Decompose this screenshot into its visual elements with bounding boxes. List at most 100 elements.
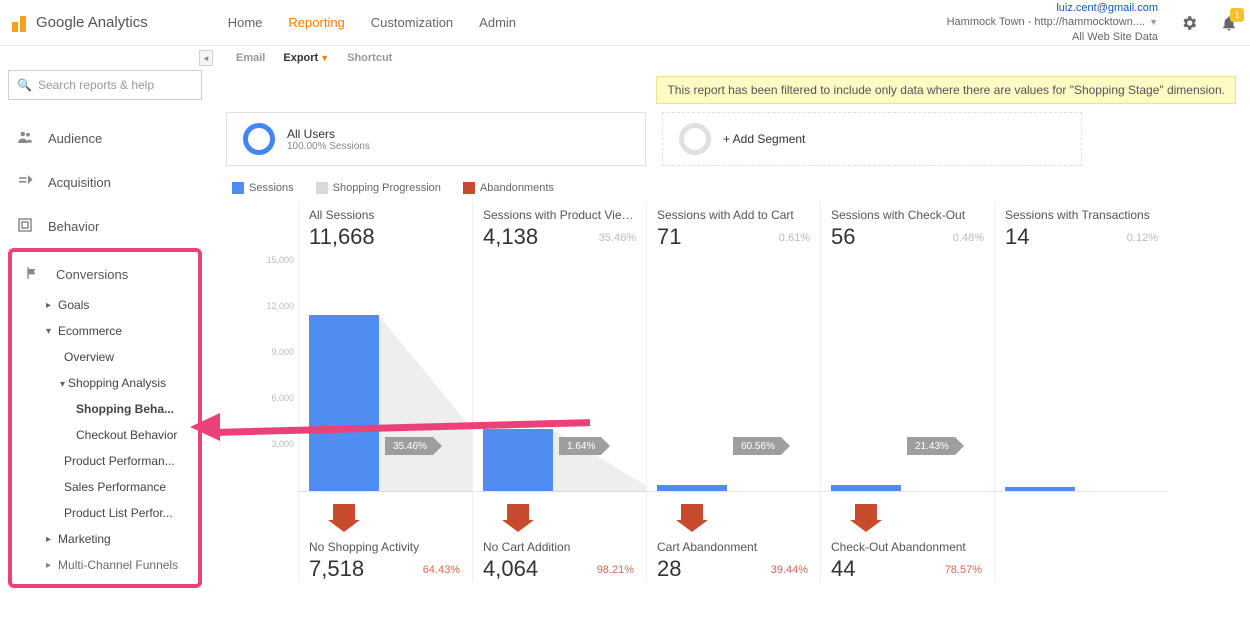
segment-circle-icon [679,123,711,155]
drop-cell-empty [994,492,1168,582]
funnel-col-1[interactable]: Sessions with Product Views 4,138 35.46%… [472,202,646,492]
abandonment-row: No Shopping Activity 7,518 64.43% No Car… [298,492,1236,582]
funnel-col-2[interactable]: Sessions with Add to Cart 71 0.61% 60.56… [646,202,820,492]
sidebar-item-label: Behavior [48,219,99,234]
drop-cell-3[interactable]: Check-Out Abandonment 44 78.57% [820,492,994,582]
col-title: Sessions with Check-Out [831,208,984,222]
drop-title: No Shopping Activity [309,540,462,554]
filter-banner: This report has been filtered to include… [656,76,1236,104]
product-name: Google Analytics [36,14,148,31]
annotation-highlight-box: Conversions Goals Ecommerce Overview Sho… [8,248,202,588]
funnel-col-0[interactable]: All Sessions 11,668 35.46% [298,202,472,492]
legend-abandonments: Abandonments [463,182,554,194]
progression-arrow: 60.56% [733,437,781,455]
drop-pct: 64.43% [423,564,460,576]
y-tick: 12,000 [266,301,294,311]
bell-icon[interactable]: 1 [1220,14,1238,32]
progression-arrow: 35.46% [385,437,433,455]
drop-title: Check-Out Abandonment [831,540,984,554]
drop-cell-1[interactable]: No Cart Addition 4,064 98.21% [472,492,646,582]
add-segment-label: + Add Segment [723,132,805,146]
action-email[interactable]: Email [236,52,265,64]
drop-pct: 98.21% [597,564,634,576]
y-tick: 6,000 [271,393,294,403]
sidebar-collapse-handle[interactable]: ◂ [199,50,213,66]
gear-icon[interactable] [1180,14,1198,32]
report-action-bar: Email Export▼ Shortcut [200,46,1250,70]
segments-row: All Users 100.00% Sessions + Add Segment [226,112,1236,166]
sidebar-item-ecommerce[interactable]: Ecommerce [16,318,194,344]
sidebar-item-product-list-performance[interactable]: Product List Perfor... [16,500,194,526]
ga-logo-icon [12,14,30,32]
topbar: Google Analytics Home Reporting Customiz… [0,0,1250,46]
account-email: luiz.cent@gmail.com [947,1,1158,15]
col-pct: 0.12% [1127,232,1158,244]
sidebar-item-behavior[interactable]: Behavior [8,204,202,248]
account-info[interactable]: luiz.cent@gmail.com Hammock Town - http:… [947,1,1158,44]
sidebar-item-acquisition[interactable]: Acquisition [8,160,202,204]
bar [831,485,901,491]
y-axis: 15,000 12,000 9,000 6,000 3,000 [226,202,298,492]
col-pct: 0.48% [953,232,984,244]
funnel-chart: 15,000 12,000 9,000 6,000 3,000 All Sess… [226,202,1236,492]
sidebar-item-shopping-behavior[interactable]: Shopping Beha... [16,396,194,422]
chart-zone [995,260,1168,492]
search-placeholder: Search reports & help [38,78,154,92]
chart-zone: 35.46% [299,260,472,492]
account-view: All Web Site Data [947,30,1158,44]
sidebar-item-sales-performance[interactable]: Sales Performance [16,474,194,500]
chart-zone: 1.64% [473,260,646,492]
bar [657,485,727,491]
down-arrow-icon [681,504,703,522]
funnel-col-3[interactable]: Sessions with Check-Out 56 0.48% 21.43% [820,202,994,492]
action-export[interactable]: Export▼ [283,52,329,64]
y-tick: 9,000 [271,347,294,357]
progression-arrow: 21.43% [907,437,955,455]
drop-cell-0[interactable]: No Shopping Activity 7,518 64.43% [298,492,472,582]
search-icon: 🔍 [17,78,32,92]
sidebar-item-audience[interactable]: Audience [8,116,202,160]
sidebar: 🔍 Search reports & help Audience Acquisi… [0,70,210,596]
funnel-shade [553,260,647,492]
acquisition-icon [16,172,34,193]
sidebar-item-marketing[interactable]: Marketing [16,526,194,552]
down-arrow-icon [855,504,877,522]
sidebar-item-multi-channel-funnels[interactable]: Multi-Channel Funnels [16,552,194,578]
sidebar-item-label: Acquisition [48,175,111,190]
sidebar-item-product-performance[interactable]: Product Performan... [16,448,194,474]
flag-icon [24,265,42,284]
notification-badge: 1 [1230,8,1244,22]
nav-reporting[interactable]: Reporting [288,15,344,30]
drop-pct: 39.44% [771,564,808,576]
sidebar-item-goals[interactable]: Goals [16,292,194,318]
y-tick: 15,000 [266,255,294,265]
chart-zone: 60.56% [647,260,820,492]
progression-arrow: 1.64% [559,437,601,455]
search-input[interactable]: 🔍 Search reports & help [8,70,202,100]
bar [1005,487,1075,491]
funnel-shade [379,260,473,492]
col-title: All Sessions [309,208,462,222]
segment-subtitle: 100.00% Sessions [287,141,370,152]
sidebar-item-label: Audience [48,131,102,146]
nav-admin[interactable]: Admin [479,15,516,30]
nav-customization[interactable]: Customization [371,15,453,30]
header-icon-tray: 1 [1180,14,1238,32]
segment-all-users[interactable]: All Users 100.00% Sessions [226,112,646,166]
legend-sessions: Sessions [232,182,294,194]
sidebar-item-shopping-analysis[interactable]: Shopping Analysis [16,370,194,396]
segment-add[interactable]: + Add Segment [662,112,1082,166]
col-pct: 35.46% [599,232,636,244]
sidebar-item-overview[interactable]: Overview [16,344,194,370]
sidebar-item-checkout-behavior[interactable]: Checkout Behavior [16,422,194,448]
funnel-col-4[interactable]: Sessions with Transactions 14 0.12% [994,202,1168,492]
nav-home[interactable]: Home [228,15,263,30]
drop-cell-2[interactable]: Cart Abandonment 28 39.44% [646,492,820,582]
col-pct: 0.61% [779,232,810,244]
report-body: This report has been filtered to include… [226,76,1236,582]
sidebar-item-conversions[interactable]: Conversions [16,256,194,292]
col-value: 11,668 [309,224,462,250]
legend-progression: Shopping Progression [316,182,441,194]
action-shortcut[interactable]: Shortcut [347,52,392,64]
segment-title: All Users [287,127,370,141]
